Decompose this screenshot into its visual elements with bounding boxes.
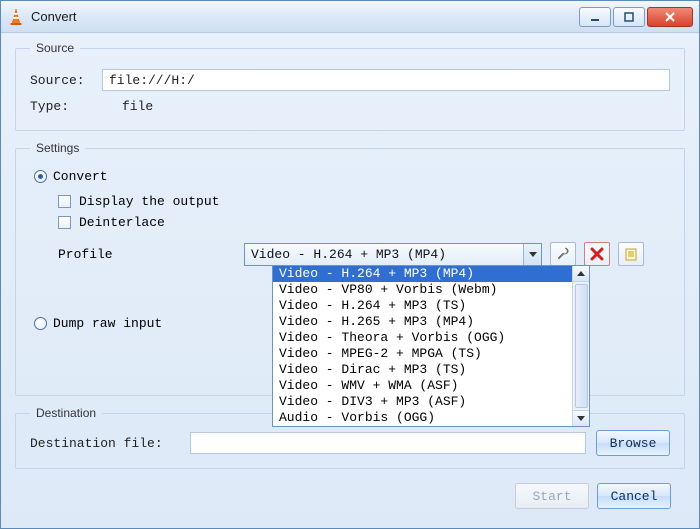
deinterlace-checkbox[interactable] bbox=[58, 216, 71, 229]
profile-new-button[interactable] bbox=[618, 242, 644, 266]
window-buttons bbox=[579, 7, 693, 27]
title-bar: Convert bbox=[1, 1, 699, 33]
profile-option[interactable]: Video - DIV3 + MP3 (ASF) bbox=[273, 394, 572, 410]
profile-selected: Video - H.264 + MP3 (MP4) bbox=[245, 247, 523, 262]
chevron-down-icon bbox=[577, 416, 585, 421]
destination-legend: Destination bbox=[30, 406, 102, 420]
scroll-up-button[interactable] bbox=[573, 266, 589, 282]
display-output-checkbox[interactable] bbox=[58, 195, 71, 208]
convert-window: Convert Source Source: Type: file bbox=[0, 0, 700, 529]
profile-label: Profile bbox=[58, 247, 244, 262]
source-input[interactable] bbox=[102, 69, 670, 91]
chevron-up-icon bbox=[577, 271, 585, 276]
profile-option[interactable]: Video - Theora + Vorbis (OGG) bbox=[273, 330, 572, 346]
profile-option[interactable]: Audio - Vorbis (OGG) bbox=[273, 410, 572, 426]
convert-radio-row[interactable]: Convert bbox=[34, 169, 670, 184]
cancel-button[interactable]: Cancel bbox=[597, 483, 671, 509]
profile-option[interactable]: Video - H.265 + MP3 (MP4) bbox=[273, 314, 572, 330]
profile-option[interactable]: Video - WMV + WMA (ASF) bbox=[273, 378, 572, 394]
type-label: Type: bbox=[30, 99, 102, 114]
profile-option[interactable]: Video - VP80 + Vorbis (Webm) bbox=[273, 282, 572, 298]
profile-row: Profile Video - H.264 + MP3 (MP4) bbox=[58, 242, 670, 266]
settings-legend: Settings bbox=[30, 141, 85, 155]
profile-option[interactable]: Video - H.264 + MP3 (MP4) bbox=[273, 266, 572, 282]
source-legend: Source bbox=[30, 41, 80, 55]
display-output-row[interactable]: Display the output bbox=[58, 194, 670, 209]
maximize-button[interactable] bbox=[613, 7, 645, 27]
source-group: Source Source: Type: file bbox=[15, 41, 685, 131]
scroll-down-button[interactable] bbox=[573, 410, 589, 426]
dump-raw-radio[interactable] bbox=[34, 317, 47, 330]
scroll-thumb[interactable] bbox=[575, 284, 588, 408]
dropdown-scrollbar[interactable] bbox=[572, 266, 589, 426]
chevron-down-icon bbox=[529, 252, 537, 257]
deinterlace-row[interactable]: Deinterlace bbox=[58, 215, 670, 230]
new-profile-icon bbox=[624, 247, 638, 261]
client-area: Source Source: Type: file Settings Conve… bbox=[1, 33, 699, 519]
start-button[interactable]: Start bbox=[515, 483, 589, 509]
dialog-footer: Start Cancel bbox=[15, 479, 685, 509]
window-title: Convert bbox=[31, 9, 579, 24]
profile-combobox[interactable]: Video - H.264 + MP3 (MP4) bbox=[244, 243, 542, 266]
profile-edit-button[interactable] bbox=[550, 242, 576, 266]
profile-dropdown-list[interactable]: Video - H.264 + MP3 (MP4)Video - VP80 + … bbox=[272, 265, 590, 427]
profile-option[interactable]: Video - H.264 + MP3 (TS) bbox=[273, 298, 572, 314]
type-value: file bbox=[122, 99, 153, 114]
vlc-cone-icon bbox=[7, 8, 25, 26]
profile-delete-button[interactable] bbox=[584, 242, 610, 266]
display-output-label: Display the output bbox=[79, 194, 219, 209]
profile-option[interactable]: Video - MPEG-2 + MPGA (TS) bbox=[273, 346, 572, 362]
dump-raw-radio-label: Dump raw input bbox=[53, 316, 162, 331]
browse-button[interactable]: Browse bbox=[596, 430, 670, 456]
destination-input[interactable] bbox=[190, 432, 586, 454]
convert-radio-label: Convert bbox=[53, 169, 108, 184]
settings-group: Settings Convert Display the output Dein… bbox=[15, 141, 685, 396]
destination-label: Destination file: bbox=[30, 436, 180, 451]
wrench-icon bbox=[555, 246, 571, 262]
delete-x-icon bbox=[590, 247, 604, 261]
profile-option[interactable]: Video - Dirac + MP3 (TS) bbox=[273, 362, 572, 378]
deinterlace-label: Deinterlace bbox=[79, 215, 165, 230]
minimize-button[interactable] bbox=[579, 7, 611, 27]
source-label: Source: bbox=[30, 73, 102, 88]
close-button[interactable] bbox=[647, 7, 693, 27]
profile-dropdown-button[interactable] bbox=[523, 244, 541, 265]
convert-radio[interactable] bbox=[34, 170, 47, 183]
